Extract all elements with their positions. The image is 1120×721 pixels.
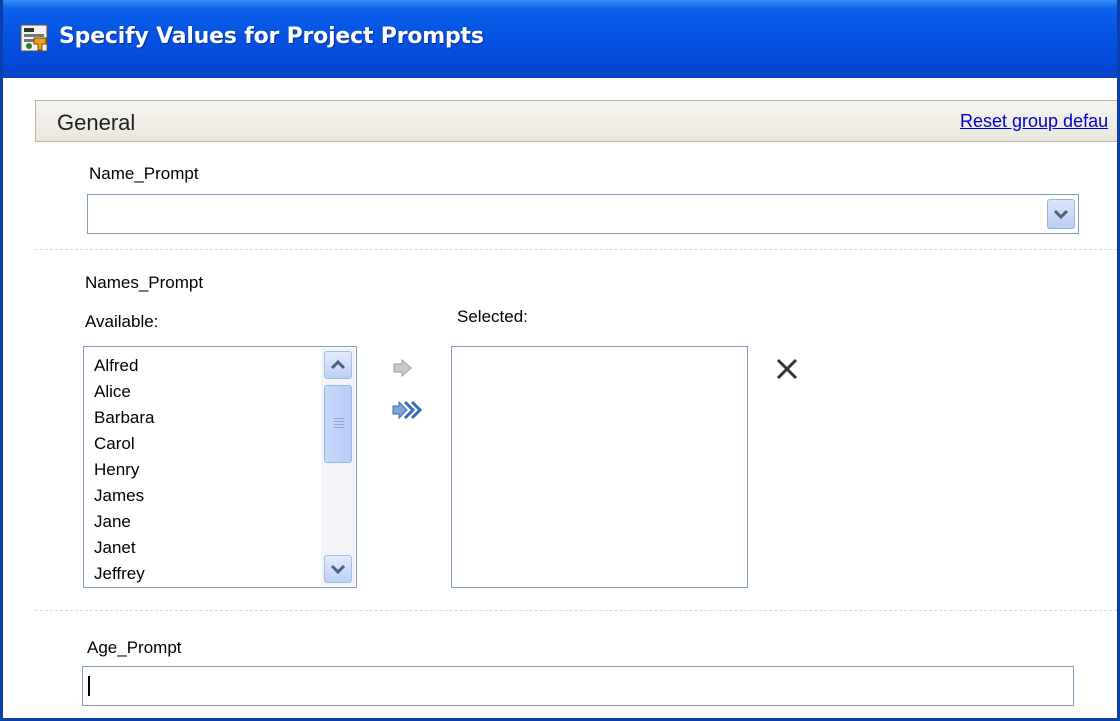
list-item[interactable]: Henry (94, 457, 154, 483)
available-scrollbar[interactable] (321, 348, 355, 586)
title-bar: Specify Values for Project Prompts (3, 0, 1117, 78)
grip-line (334, 424, 344, 425)
prompt-dialog-window: Specify Values for Project Prompts Gener… (0, 0, 1120, 721)
list-item[interactable]: Janet (94, 535, 154, 561)
age-prompt-label: Age_Prompt (87, 638, 182, 657)
reset-group-defaults-link[interactable]: Reset group defau (960, 111, 1108, 132)
available-label: Available: (85, 312, 159, 331)
chevron-up-icon[interactable] (324, 351, 352, 379)
chevron-down-icon[interactable] (1047, 199, 1075, 229)
selected-label: Selected: (457, 307, 528, 326)
arrow-right-icon[interactable] (391, 357, 415, 384)
scrollbar-thumb[interactable] (324, 385, 352, 463)
dialog-content: General Reset group defau Name_Prompt Na… (3, 78, 1117, 718)
list-item[interactable]: Alfred (94, 353, 154, 379)
list-item[interactable]: Barbara (94, 405, 154, 431)
grip-line (334, 421, 344, 422)
group-title: General (57, 110, 136, 135)
name-prompt-label: Name_Prompt (89, 164, 199, 183)
chevron-down-icon[interactable] (324, 555, 352, 583)
selected-listbox[interactable] (451, 346, 748, 588)
list-item[interactable]: Jane (94, 509, 154, 535)
available-items: Alfred Alice Barbara Carol Henry James Jane Jan… (94, 353, 154, 587)
grip-line (334, 418, 344, 419)
list-item[interactable]: Alice (94, 379, 154, 405)
list-item[interactable]: Carol (94, 431, 154, 457)
name-prompt-dropdown[interactable] (87, 194, 1079, 234)
available-listbox[interactable]: Alfred Alice Barbara Carol Henry James Jane Jan… (83, 346, 357, 588)
text-caret (88, 676, 90, 696)
grip-line (334, 427, 344, 428)
group-header-general: General Reset group defau (35, 100, 1117, 142)
list-item[interactable]: Jeffrey (94, 561, 154, 587)
window-title: Specify Values for Project Prompts (59, 24, 484, 49)
double-arrow-right-icon[interactable] (391, 398, 425, 427)
separator (35, 610, 1117, 611)
age-prompt-input[interactable] (82, 666, 1074, 706)
names-prompt-label: Names_Prompt (85, 273, 204, 292)
list-item[interactable]: James (94, 483, 154, 509)
close-x-icon[interactable] (775, 358, 799, 385)
separator (35, 249, 1117, 250)
prompt-wizard-icon (20, 24, 48, 52)
